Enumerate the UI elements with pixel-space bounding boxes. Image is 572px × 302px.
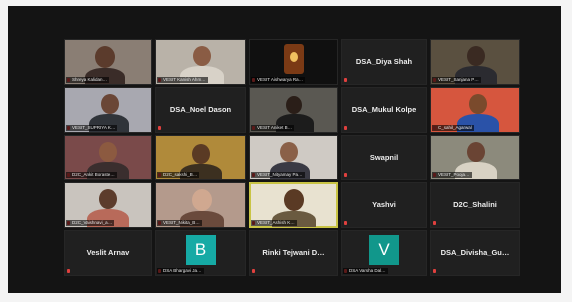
participant-name: DSA_Mukul Kolpe (351, 105, 417, 115)
participant-name: DSA_Diya Shah (355, 57, 413, 67)
mic-muted-icon (158, 126, 161, 130)
participant-name: DSA_Noel Dason (169, 105, 232, 115)
participant-tile[interactable]: Veslit Arnav (64, 230, 152, 276)
mic-muted-icon (344, 78, 347, 82)
avatar: B (185, 235, 216, 265)
participant-tile[interactable]: C_sahil_Agarwal (430, 87, 520, 133)
mic-muted-icon (67, 269, 70, 273)
participant-name: Swapnil (369, 152, 399, 162)
participant-tile[interactable]: DSA_Divisha_Gu… (430, 230, 520, 276)
participant-tile[interactable]: VESIT_Pooja… (430, 135, 520, 180)
participant-tile[interactable]: VESIT_Sanjana P… (430, 39, 520, 85)
participant-tile[interactable]: Shreya Kalidan… (64, 39, 152, 85)
participant-name: Rinki Tejwani D… (262, 248, 325, 258)
participant-tile[interactable]: D2C_Vaishnavi_a… (64, 182, 152, 228)
participant-name: Yashvi (372, 200, 396, 210)
mic-muted-icon (344, 126, 347, 130)
meeting-window: Shreya Kalidan… VESIT Kanish Ahm… VESIT … (8, 6, 561, 293)
participant-tile[interactable]: D2C_sakshi_B… (155, 135, 246, 180)
participant-tile[interactable]: D2C_Ankit Boraste… (64, 135, 152, 180)
participant-name: Veslit Arnav (86, 248, 130, 258)
participant-tile[interactable]: VESIT_Nityamay Pa… (249, 135, 338, 180)
participant-tile[interactable]: VESIT Aniket B… (249, 87, 338, 133)
participant-caption: DSA Varsha Dal… (343, 268, 388, 274)
participant-caption: D2C_sakshi_B… (157, 172, 200, 178)
mic-muted-icon (344, 221, 347, 225)
participant-tile-active-speaker[interactable]: VESIT_Ashish K… (249, 182, 338, 228)
participant-grid: Shreya Kalidan… VESIT Kanish Ahm… VESIT … (64, 39, 520, 276)
participant-tile[interactable]: VESIT Kanish Ahm… (155, 39, 246, 85)
participant-tile[interactable]: Rinki Tejwani D… (249, 230, 338, 276)
participant-tile[interactable]: Yashvi (341, 182, 427, 228)
mic-muted-icon (433, 269, 436, 273)
participant-caption: VESIT_SUPRIYA K… (66, 125, 118, 131)
mic-muted-icon (433, 221, 436, 225)
participant-tile[interactable]: DSA_Mukul Kolpe (341, 87, 427, 133)
participant-tile[interactable]: VESIT_Nikita_B… (155, 182, 246, 228)
participant-caption: VESIT_Sanjana P… (432, 77, 481, 83)
participant-caption: VESIT_Nikita_B… (157, 220, 202, 226)
participant-caption: D2C_Vaishnavi_a… (66, 220, 115, 226)
participant-name: D2C_Shalini (453, 200, 497, 210)
participant-caption: VESIT Kanish Ahm… (157, 77, 208, 83)
participant-tile[interactable]: V DSA Varsha Dal… (341, 230, 427, 276)
participant-caption: VESIT Aishwarya Ra… (251, 77, 306, 83)
participant-tile[interactable]: D2C_Shalini (430, 182, 520, 228)
participant-caption: D2C_Ankit Boraste… (66, 172, 117, 178)
participant-caption: VESIT_Pooja… (432, 172, 472, 178)
participant-caption: DSA Bhargavi Ja… (157, 268, 204, 274)
participant-caption: Shreya Kalidan… (66, 77, 110, 83)
avatar: V (369, 235, 399, 265)
mic-muted-icon (344, 173, 347, 177)
participant-caption: VESIT_Ashish K… (251, 220, 297, 226)
participant-tile[interactable]: VESIT Aishwarya Ra… (249, 39, 338, 85)
participant-tile[interactable]: DSA_Noel Dason (155, 87, 246, 133)
participant-caption: VESIT Aniket B… (251, 125, 295, 131)
participant-tile[interactable]: Swapnil (341, 135, 427, 180)
participant-name: DSA_Divisha_Gu… (440, 248, 510, 258)
participant-tile[interactable]: VESIT_SUPRIYA K… (64, 87, 152, 133)
mic-muted-icon (252, 269, 255, 273)
participant-tile[interactable]: B DSA Bhargavi Ja… (155, 230, 246, 276)
participant-caption: C_sahil_Agarwal (432, 125, 474, 131)
participant-tile[interactable]: DSA_Diya Shah (341, 39, 427, 85)
participant-caption: VESIT_Nityamay Pa… (251, 172, 305, 178)
